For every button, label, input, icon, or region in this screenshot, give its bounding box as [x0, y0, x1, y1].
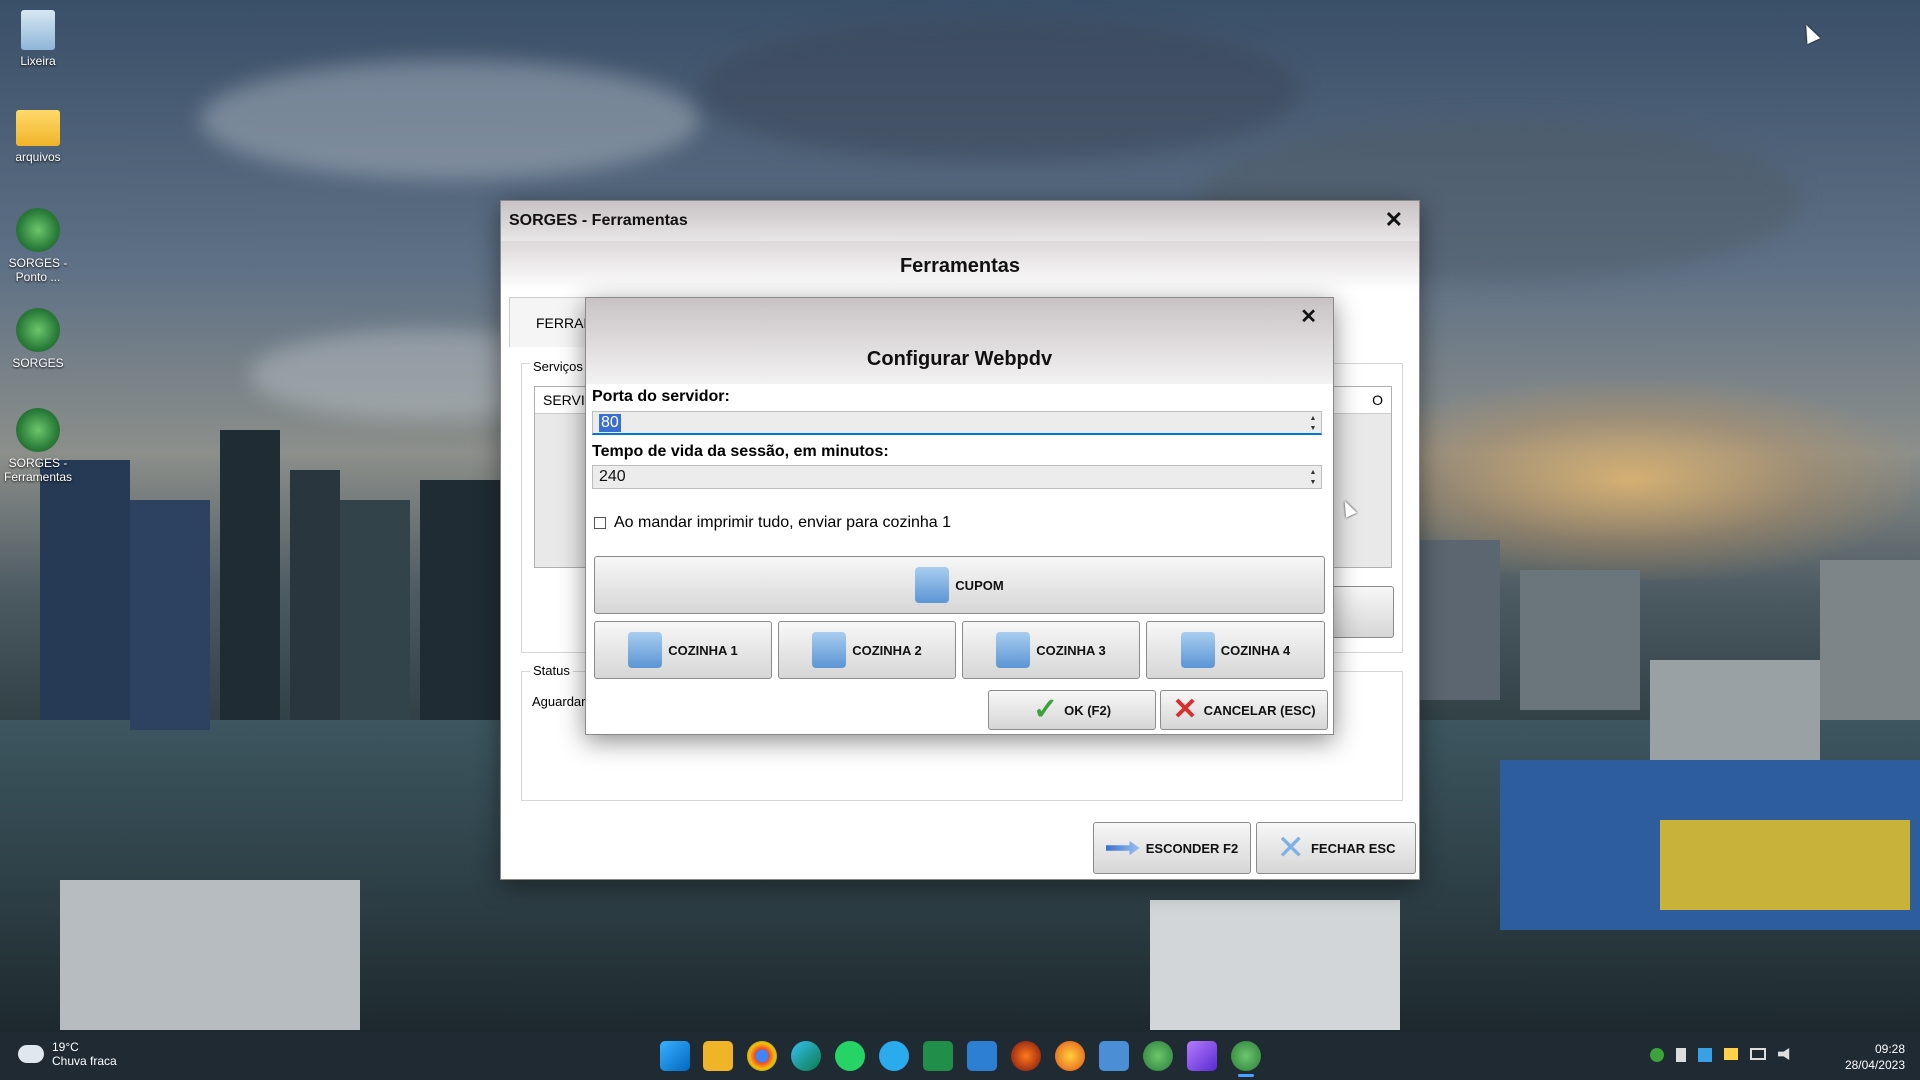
cloud-sync-icon[interactable] [1724, 1048, 1738, 1060]
printer-icon [628, 632, 663, 668]
cozinha-1-button[interactable]: COZINHA 1 [594, 621, 772, 679]
firefox-icon[interactable] [1055, 1041, 1085, 1071]
session-value: 240 [599, 468, 626, 485]
weather-cloud-icon [18, 1045, 44, 1063]
desktop-icon-label: SORGES - Ferramentas [3, 456, 73, 484]
desktop-icon-recycle-bin[interactable]: Lixeira [0, 10, 76, 68]
services-group-label: Serviços [530, 359, 586, 374]
desktop-icon-label: SORGES - Ponto ... [8, 256, 68, 284]
close-icon[interactable]: ✕ [1385, 207, 1403, 233]
cupom-button-label: CUPOM [955, 577, 1004, 593]
cancel-x-icon: ✕ [1172, 693, 1198, 726]
port-input[interactable]: 80 ▲ ▼ [592, 411, 1322, 435]
window-title: SORGES - Ferramentas [509, 212, 688, 229]
status-text: Aguardar [532, 694, 586, 709]
desktop-icon-sorges-ponto[interactable]: SORGES - Ponto ... [0, 208, 76, 284]
sorges-logo-icon [16, 308, 60, 352]
hide-button-label: ESCONDER F2 [1145, 840, 1239, 856]
taskbar [0, 1032, 1920, 1080]
desktop-icon-sorges-ferramentas[interactable]: SORGES - Ferramentas [0, 408, 76, 484]
dialog-title: Configurar Webpdv [866, 348, 1053, 370]
printer-icon [812, 632, 847, 668]
window-titlebar[interactable]: SORGES - Ferramentas [501, 201, 1419, 241]
mouse-cursor-icon [1799, 21, 1821, 45]
arrow-right-icon [1105, 841, 1140, 855]
network-icon[interactable] [1750, 1048, 1766, 1060]
desktop-icon-label: SORGES [12, 356, 64, 370]
whatsapp-icon[interactable] [835, 1041, 865, 1071]
ok-button[interactable]: ✓ OK (F2) [988, 690, 1156, 730]
spreadsheet-icon[interactable] [923, 1041, 953, 1071]
printer-icon [1180, 632, 1215, 668]
page-title: Ferramentas [899, 254, 1021, 277]
folder-icon [16, 110, 60, 146]
sorges-tray-icon[interactable] [1650, 1048, 1664, 1062]
clock[interactable]: 09:28 28/04/2023 [1825, 1041, 1905, 1073]
desktop-icon-sorges[interactable]: SORGES [0, 308, 76, 370]
system-tray[interactable] [1650, 1048, 1792, 1062]
file-explorer-icon[interactable] [703, 1041, 733, 1071]
checkbox-box[interactable] [594, 517, 606, 529]
sorges-logo-icon [16, 408, 60, 452]
services-column-header-right: O [1372, 392, 1383, 408]
sorges-logo-icon [16, 208, 60, 252]
port-label: Porta do servidor: [592, 388, 730, 405]
cozinha-4-label: COZINHA 4 [1220, 642, 1291, 658]
hide-button[interactable]: ESCONDER F2 [1093, 822, 1251, 874]
cancel-button[interactable]: ✕ CANCELAR (ESC) [1160, 690, 1328, 730]
start-icon[interactable] [660, 1041, 690, 1071]
session-input[interactable]: 240 ▲ ▼ [592, 465, 1322, 489]
volume-icon[interactable] [1778, 1048, 1790, 1060]
cancel-button-label: CANCELAR (ESC) [1203, 702, 1316, 718]
cozinha-3-label: COZINHA 3 [1036, 642, 1106, 658]
close-x-icon: ✕ [1276, 829, 1305, 867]
close-icon[interactable]: ✕ [1300, 304, 1317, 329]
app-fire-icon[interactable] [1011, 1041, 1041, 1071]
port-value: 80 [599, 413, 621, 432]
desktop-icon-label: arquivos [15, 150, 61, 164]
weather-widget[interactable]: 19°C Chuva fraca [18, 1040, 117, 1068]
weather-temp: 19°C [52, 1040, 79, 1054]
sorges-taskbar-icon[interactable] [1143, 1041, 1173, 1071]
checkbox-label: Ao mandar imprimir tudo, enviar para coz… [614, 514, 952, 531]
cupom-button[interactable]: CUPOM [594, 556, 1325, 614]
cozinha-1-label: COZINHA 1 [668, 642, 738, 658]
clock-date: 28/04/2023 [1844, 1058, 1905, 1072]
active-app-indicator [1238, 1074, 1254, 1077]
messenger-app-icon[interactable] [967, 1041, 997, 1071]
usb-icon[interactable] [1676, 1048, 1686, 1062]
cozinha-4-button[interactable]: COZINHA 4 [1146, 621, 1325, 679]
desktop-icon-arquivos[interactable]: arquivos [0, 110, 76, 164]
close-button-label: FECHAR ESC [1310, 840, 1396, 856]
settings-gear-icon[interactable] [1099, 1041, 1129, 1071]
cozinha-2-button[interactable]: COZINHA 2 [778, 621, 956, 679]
printer-icon [915, 567, 950, 603]
telegram-icon[interactable] [879, 1041, 909, 1071]
sorges-ferramentas-taskbar-icon[interactable] [1231, 1041, 1261, 1071]
video-editor-icon[interactable] [1187, 1041, 1217, 1071]
clock-time: 09:28 [1874, 1042, 1905, 1056]
edge-icon[interactable] [791, 1041, 821, 1071]
configurar-webpdv-dialog: ✕ Configurar Webpdv Porta do servidor: 8… [585, 297, 1334, 735]
cozinha-2-label: COZINHA 2 [852, 642, 922, 658]
send-to-kitchen-checkbox[interactable]: Ao mandar imprimir tudo, enviar para coz… [594, 514, 951, 532]
shield-icon[interactable] [1698, 1048, 1712, 1062]
desktop-icon-label: Lixeira [20, 54, 56, 68]
recycle-bin-icon [21, 10, 55, 50]
weather-desc: Chuva fraca [52, 1054, 117, 1068]
port-spinner[interactable]: ▲ ▼ [1307, 414, 1319, 434]
cozinha-3-button[interactable]: COZINHA 3 [962, 621, 1140, 679]
ok-button-label: OK (F2) [1064, 702, 1112, 718]
printer-icon [996, 632, 1031, 668]
session-spinner[interactable]: ▲ ▼ [1307, 468, 1319, 488]
checkmark-icon: ✓ [1032, 693, 1059, 726]
chrome-icon[interactable] [747, 1041, 777, 1071]
session-label: Tempo de vida da sessão, em minutos: [592, 443, 889, 460]
status-group-label: Status [530, 663, 573, 678]
close-button[interactable]: ✕ FECHAR ESC [1256, 822, 1416, 874]
